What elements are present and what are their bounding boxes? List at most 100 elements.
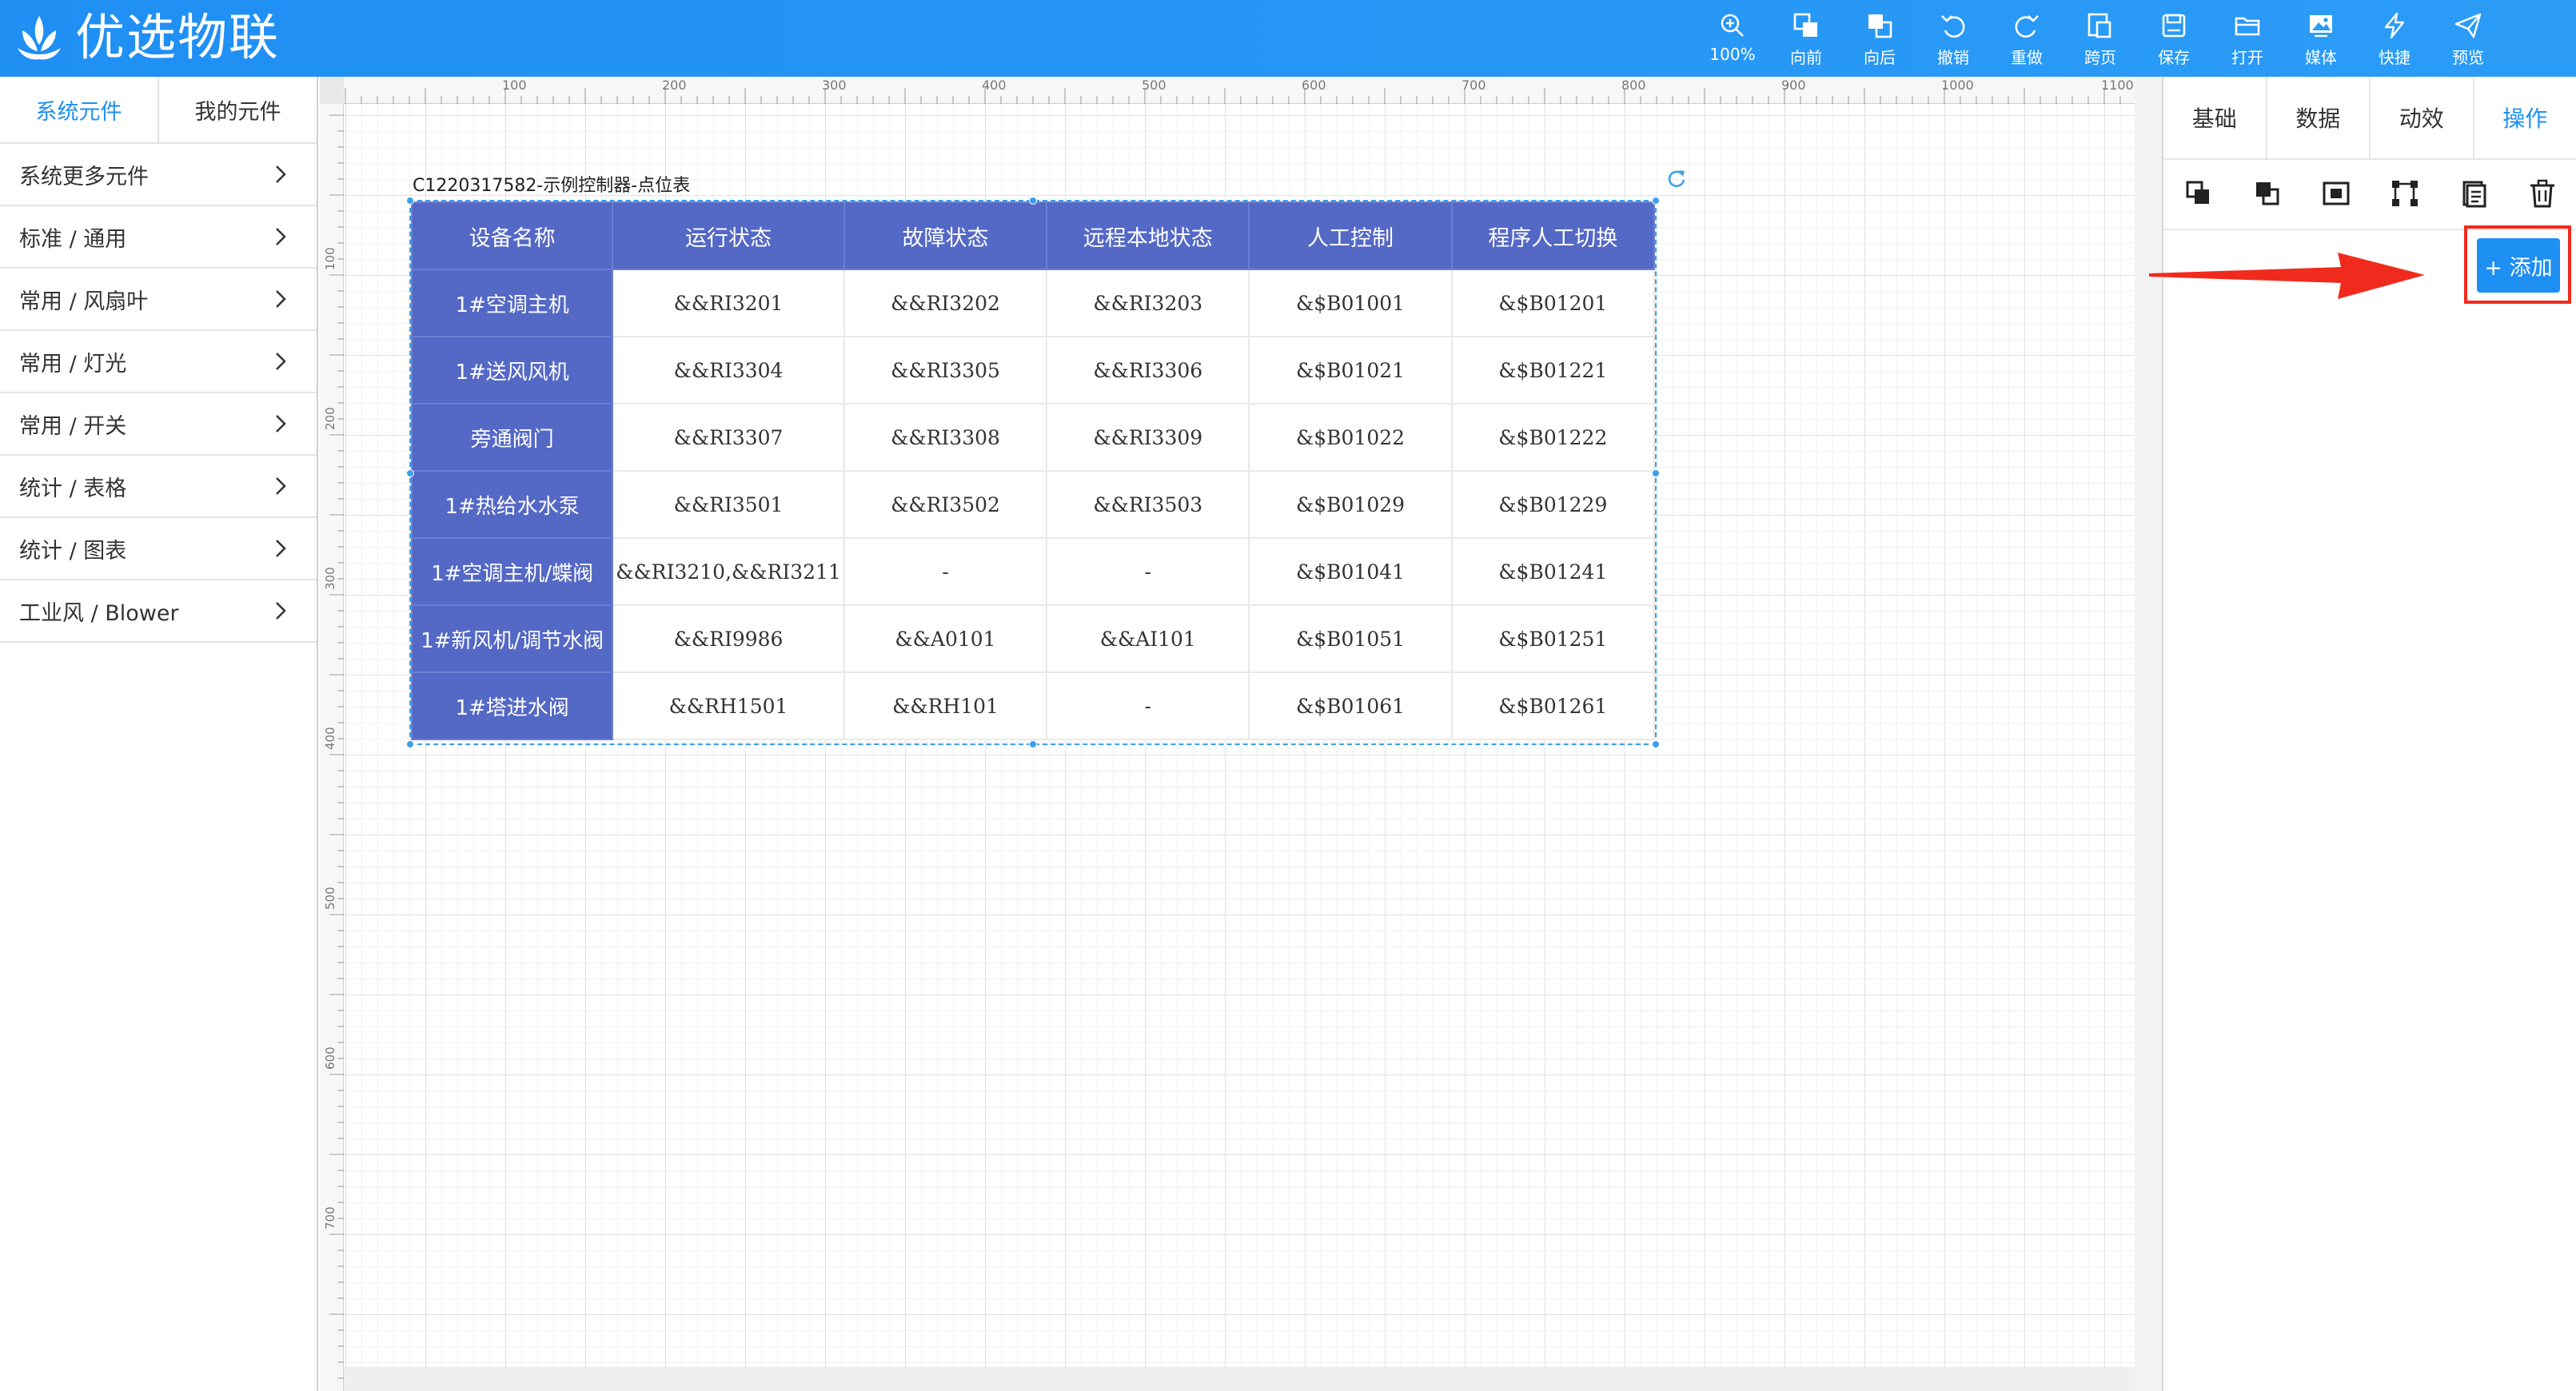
horizontal-ruler-scale: 100 200 300 400 500 600 700 800 900 1000 1100 [345,78,2134,104]
tab-animation[interactable]: 动效 [2371,77,2474,158]
category-label: 常用 / 开关 [19,413,127,439]
library-category-item[interactable]: 常用 / 灯光 [0,331,317,393]
top-header: 优选物联 100% 向前 向后 撤销 重做 跨页 保存 打开 媒体 快捷 预览 [0,0,2576,77]
category-label: 工业风 / Blower [19,600,179,626]
tab-system-components[interactable]: 系统元件 [0,77,158,142]
library-category-item[interactable]: 统计 / 图表 [0,518,317,580]
tool-label: 100% [1709,45,1756,64]
library-category-list: 系统更多元件 标准 / 通用 常用 / 风扇叶 常用 / 灯光 常用 / 开关 统计 / … [0,144,317,643]
ruler-label: 800 [1621,78,1646,93]
paste-layer-button[interactable] [2251,177,2283,209]
resize-handle[interactable] [1652,469,1660,477]
tab-my-components[interactable]: 我的元件 [158,77,317,142]
resize-handle[interactable] [1029,740,1037,748]
properties-tabs: 基础 数据 动效 操作 [2163,77,2576,160]
resize-handle[interactable] [406,469,414,477]
horizontal-scrollbar[interactable] [344,1367,2135,1391]
tool-label: 撤销 [1937,48,1969,67]
resize-handle[interactable] [406,740,414,748]
open-button[interactable]: 打开 [2211,11,2283,70]
media-button[interactable]: 媒体 [2285,11,2357,70]
send-backward-button[interactable]: 向后 [1844,11,1916,70]
category-label: 常用 / 风扇叶 [19,289,149,314]
copy-icon [2186,181,2209,204]
redo-icon [2015,15,2039,38]
app-title: 优选物联 [75,8,281,66]
save-button[interactable]: 保存 [2138,11,2210,70]
chevron-right-icon [276,353,286,370]
library-category-item[interactable]: 工业风 / Blower [0,580,317,643]
delete-button[interactable] [2526,177,2558,209]
rotate-handle-icon[interactable] [1666,168,1687,189]
tab-basic[interactable]: 基础 [2163,77,2267,158]
tab-operation[interactable]: 操作 [2474,77,2576,158]
resize-handle[interactable] [1652,197,1660,205]
zoom-button[interactable]: 100% [1697,11,1769,70]
ruler-label: 500 [323,887,337,910]
annotation-arrow-icon [2149,253,2425,299]
preview-button[interactable]: 预览 [2432,11,2504,70]
tab-data[interactable]: 数据 [2267,77,2371,158]
cross-page-button[interactable]: 跨页 [2064,11,2136,70]
open-folder-icon [2235,17,2260,36]
bring-forward-button[interactable]: 向前 [1770,11,1842,70]
copy-button[interactable] [2183,177,2215,209]
ruler-label: 600 [1302,78,1326,93]
vertical-ruler: 100 200 300 400 500 600 700 [320,104,344,1391]
library-category-item[interactable]: 系统更多元件 [0,144,317,206]
clipboard-button[interactable] [2458,177,2490,209]
library-category-item[interactable]: 统计 / 表格 [0,456,317,518]
fit-button[interactable] [2320,177,2352,209]
ruler-label: 1100 [2101,78,2134,93]
category-label: 系统更多元件 [19,164,149,189]
ruler-label: 700 [323,1206,337,1230]
undo-button[interactable]: 撤销 [1917,11,1989,70]
ruler-label: 1000 [1941,78,1974,93]
bring-forward-icon [1793,13,1817,37]
ruler-label: 700 [1461,78,1486,93]
library-category-item[interactable]: 常用 / 风扇叶 [0,269,317,331]
chevron-right-icon [276,540,286,557]
tool-label: 快捷 [2379,48,2411,67]
chevron-right-icon [276,415,286,432]
ruler-label: 100 [502,78,527,93]
resize-handle[interactable] [1652,740,1660,748]
tool-label: 媒体 [2305,48,2337,67]
ruler-label: 100 [323,247,337,270]
tool-label: 向后 [1864,48,1896,67]
ruler-label: 200 [323,407,337,430]
ruler-label: 900 [1781,78,1806,93]
ruler-label: 300 [822,78,847,93]
tool-label: 打开 [2231,48,2263,67]
send-backward-icon [1868,14,1892,38]
add-action-button[interactable]: + 添加 [2477,238,2560,293]
connect-nodes-button[interactable] [2389,177,2421,209]
app-logo: 优选物联 [11,10,280,66]
category-label: 统计 / 表格 [19,476,127,501]
tool-label: 重做 [2011,48,2043,67]
selection-box [406,197,1660,748]
category-label: 统计 / 图表 [19,538,127,564]
quick-button[interactable]: 快捷 [2359,11,2430,70]
tool-label: 保存 [2158,48,2190,67]
chevron-right-icon [276,477,286,495]
lightning-icon [2384,12,2405,39]
tool-label: 向前 [1790,48,1822,67]
media-icon [2310,15,2332,38]
library-category-item[interactable]: 标准 / 通用 [0,206,317,269]
zoom-in-icon [1721,14,1744,37]
cross-page-icon [2088,13,2111,38]
operation-icon-bar [2163,160,2576,230]
chevron-right-icon [276,290,286,308]
ruler-label: 500 [1142,78,1166,93]
library-category-item[interactable]: 常用 / 开关 [0,393,317,456]
category-label: 标准 / 通用 [19,226,127,252]
tool-label: 预览 [2452,48,2484,67]
paste-layer-icon [2256,182,2279,205]
category-label: 常用 / 灯光 [19,351,127,377]
resize-handle[interactable] [1029,197,1037,205]
redo-button[interactable]: 重做 [1991,11,2063,70]
ruler-label: 300 [323,567,337,590]
connect-nodes-icon [2392,181,2418,206]
resize-handle[interactable] [406,197,414,205]
